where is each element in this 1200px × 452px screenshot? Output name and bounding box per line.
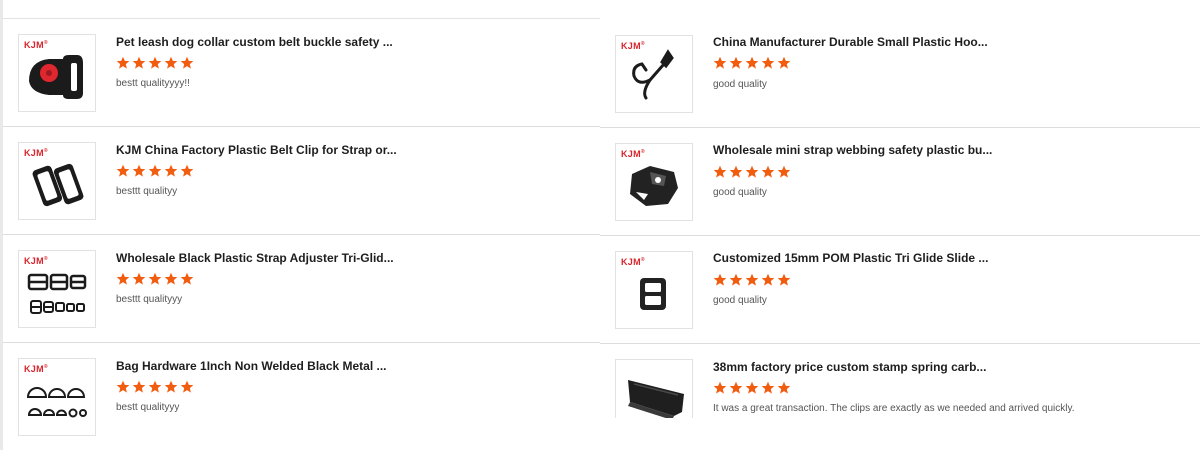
star-icon [116, 272, 130, 285]
star-icon [729, 381, 743, 394]
star-icon [148, 56, 162, 69]
review-item[interactable]: KJM® China Manufacturer Durable Small Pl… [600, 20, 1200, 128]
star-icon [761, 56, 775, 69]
star-icon [777, 273, 791, 286]
star-icon [713, 56, 727, 69]
review-item[interactable]: 38mm factory price custom stamp spring c… [600, 344, 1200, 452]
star-icon [761, 381, 775, 394]
tri-glide-icon [640, 278, 666, 310]
star-rating [116, 164, 194, 178]
star-icon [777, 56, 791, 69]
product-title[interactable]: 38mm factory price custom stamp spring c… [713, 360, 986, 374]
star-rating [713, 273, 791, 287]
star-icon [713, 165, 727, 178]
review-text: good quality [713, 187, 767, 198]
spring-clip-icon [628, 380, 684, 418]
product-thumbnail[interactable]: KJM® [18, 142, 96, 220]
product-title[interactable]: Bag Hardware 1Inch Non Welded Black Meta… [116, 359, 387, 373]
review-item[interactable]: KJM® Wholesale mini strap webbing safety… [600, 128, 1200, 236]
review-item[interactable]: KJM® Pet leash dog collar custom belt bu… [3, 19, 600, 127]
star-icon [116, 380, 130, 393]
star-icon [148, 164, 162, 177]
product-title[interactable]: China Manufacturer Durable Small Plastic… [713, 35, 988, 49]
star-icon [132, 272, 146, 285]
star-icon [729, 56, 743, 69]
product-thumbnail[interactable]: KJM® [615, 143, 693, 221]
star-icon [132, 164, 146, 177]
star-icon [777, 381, 791, 394]
review-item[interactable]: KJM® Wholesale Black Plastic Strap Adjus… [3, 235, 600, 343]
star-icon [148, 380, 162, 393]
star-icon [729, 165, 743, 178]
product-thumbnail[interactable] [615, 359, 693, 418]
star-icon [132, 56, 146, 69]
review-item[interactable]: KJM® Bag Hardware 1Inch Non Welded Black… [3, 343, 600, 451]
star-icon [745, 165, 759, 178]
star-icon [180, 164, 194, 177]
product-thumbnail[interactable]: KJM® [615, 35, 693, 113]
product-title[interactable]: KJM China Factory Plastic Belt Clip for … [116, 143, 397, 157]
product-thumbnail[interactable]: KJM® [615, 251, 693, 329]
review-text: It was a great transaction. The clips ar… [713, 403, 1075, 414]
star-rating [713, 165, 791, 179]
d-ring-set-icon [26, 387, 87, 418]
review-text: besttt qualityy [116, 186, 178, 197]
star-icon [180, 272, 194, 285]
review-item[interactable]: KJM® KJM China Factory Plastic Belt Clip… [3, 127, 600, 235]
star-rating [116, 272, 194, 286]
star-icon [180, 56, 194, 69]
star-icon [745, 56, 759, 69]
star-icon [180, 380, 194, 393]
review-text: besttt qualityyy [116, 294, 183, 305]
star-icon [745, 381, 759, 394]
product-title[interactable]: Wholesale Black Plastic Strap Adjuster T… [116, 251, 394, 265]
star-icon [164, 56, 178, 69]
star-icon [164, 272, 178, 285]
star-icon [164, 380, 178, 393]
review-text: good quality [713, 295, 767, 306]
star-icon [761, 165, 775, 178]
star-icon [116, 164, 130, 177]
star-icon [777, 165, 791, 178]
review-text: bestt qualityyyy!! [116, 78, 190, 89]
belt-loop-keeper-icon [32, 163, 84, 207]
star-icon [116, 56, 130, 69]
star-icon [713, 381, 727, 394]
star-icon [132, 380, 146, 393]
star-icon [729, 273, 743, 286]
snap-hook-icon [632, 49, 674, 100]
star-icon [164, 164, 178, 177]
product-thumbnail[interactable]: KJM® [18, 358, 96, 436]
side-release-buckle-icon [29, 55, 83, 99]
product-thumbnail[interactable]: KJM® [18, 34, 96, 112]
product-title[interactable]: Pet leash dog collar custom belt buckle … [116, 35, 393, 49]
review-item[interactable]: KJM® Customized 15mm POM Plastic Tri Gli… [600, 236, 1200, 344]
safety-buckle-icon [630, 166, 678, 206]
review-text: good quality [713, 79, 767, 90]
tri-glide-set-icon [27, 273, 87, 314]
review-text: bestt qualityyy [116, 402, 180, 413]
star-icon [148, 272, 162, 285]
star-rating [713, 56, 791, 70]
star-icon [761, 273, 775, 286]
product-title[interactable]: Wholesale mini strap webbing safety plas… [713, 143, 992, 157]
star-rating [713, 381, 791, 395]
star-rating [116, 380, 194, 394]
star-rating [116, 56, 194, 70]
star-icon [745, 273, 759, 286]
product-thumbnail[interactable]: KJM® [18, 250, 96, 328]
product-title[interactable]: Customized 15mm POM Plastic Tri Glide Sl… [713, 251, 988, 265]
star-icon [713, 273, 727, 286]
